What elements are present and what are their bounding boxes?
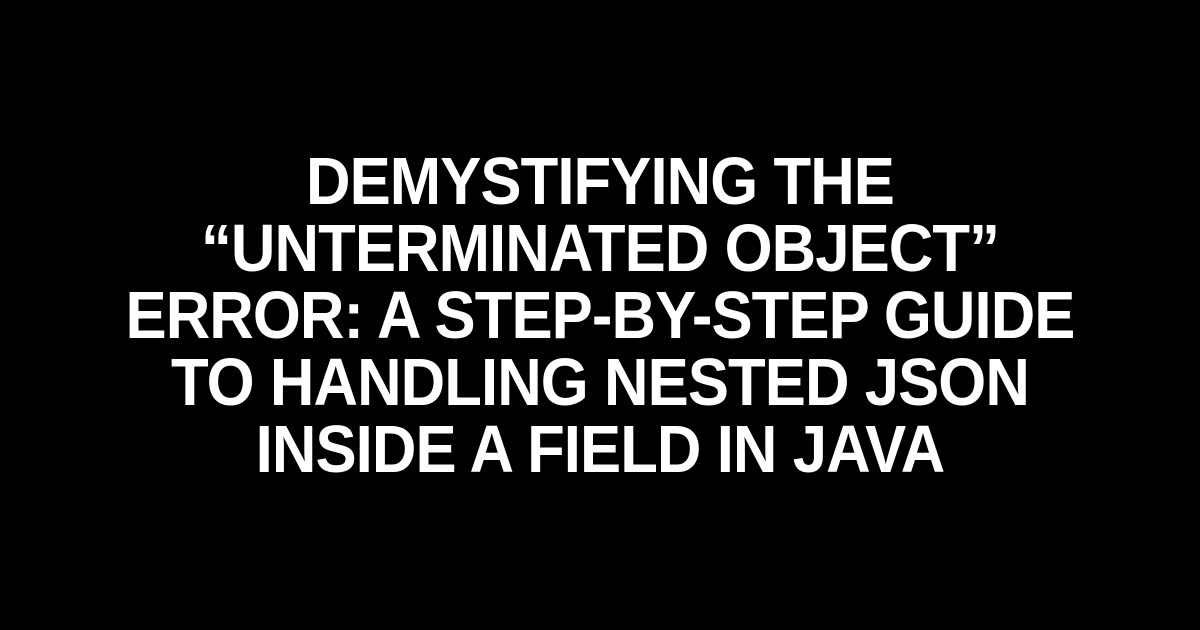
page-title: Demystifying the “Unterminated Object” E… xyxy=(48,148,1152,483)
